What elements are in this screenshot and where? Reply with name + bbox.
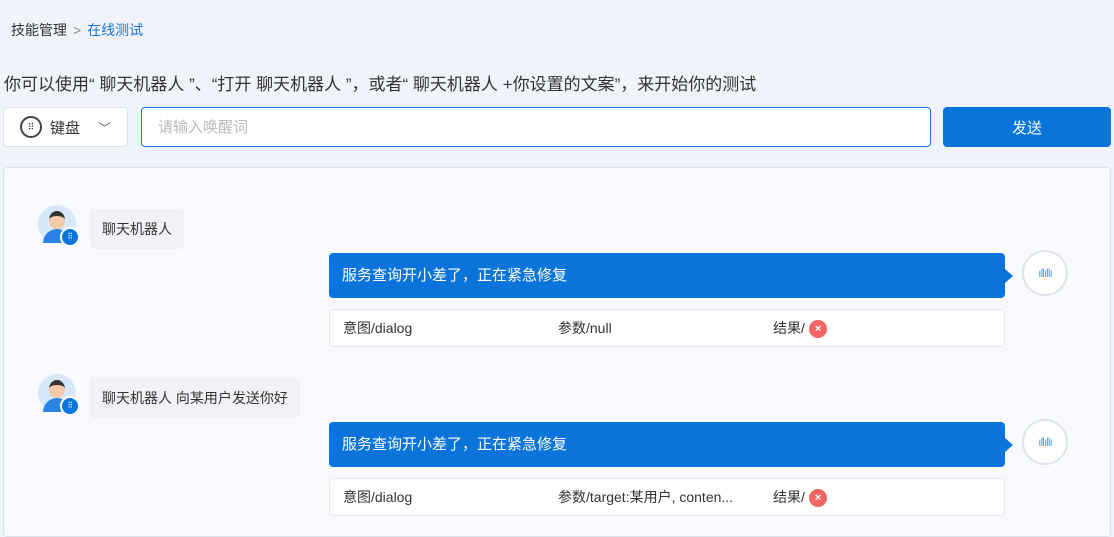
intent: 意图/dialog bbox=[343, 489, 413, 505]
user-message: ⠿ 聊天机器人 向某用户发送你好 bbox=[38, 374, 300, 418]
error-icon: × bbox=[808, 320, 827, 339]
bot-voice-avatar-icon: ıllıllı bbox=[1022, 250, 1068, 296]
user-message: ⠿ 聊天机器人 bbox=[38, 205, 184, 249]
user-avatar: ⠿ bbox=[38, 374, 80, 416]
breadcrumb: 技能管理 > 在线测试 bbox=[11, 20, 143, 40]
params: 参数/null bbox=[558, 320, 612, 336]
input-mode-select[interactable]: ⠿ 键盘 ﹀ bbox=[3, 107, 128, 147]
keyboard-icon: ⠿ bbox=[20, 116, 42, 138]
bot-reply: 服务查询开小差了，正在紧急修复 bbox=[329, 422, 1013, 467]
error-icon: × bbox=[808, 489, 827, 508]
breadcrumb-current: 在线测试 bbox=[87, 22, 144, 38]
input-mode-value: 键盘 bbox=[50, 119, 81, 137]
user-bubble: 聊天机器人 向某用户发送你好 bbox=[90, 378, 300, 418]
intent: 意图/dialog bbox=[343, 320, 413, 336]
bot-voice-avatar-icon: ıllıllı bbox=[1022, 419, 1068, 465]
chevron-down-icon: ﹀ bbox=[97, 121, 111, 136]
user-bubble: 聊天机器人 bbox=[90, 209, 184, 249]
usage-hint: 你可以使用“ 聊天机器人 ”、“打开 聊天机器人 ”，或者“ 聊天机器人 +你设… bbox=[4, 75, 757, 94]
params: 参数/target:某用户, conten... bbox=[558, 489, 734, 505]
result-row: 意图/dialog 参数/null 结果/× bbox=[329, 309, 1005, 347]
keyboard-icon: ⠿ bbox=[60, 396, 80, 416]
bot-reply: 服务查询开小差了，正在紧急修复 bbox=[329, 253, 1013, 298]
user-avatar: ⠿ bbox=[38, 205, 80, 247]
keyboard-icon: ⠿ bbox=[60, 227, 80, 247]
result: 结果/ bbox=[773, 489, 805, 505]
send-button[interactable]: 发送 bbox=[943, 107, 1111, 147]
result-row: 意图/dialog 参数/target:某用户, conten... 结果/× bbox=[329, 478, 1005, 516]
breadcrumb-parent[interactable]: 技能管理 bbox=[11, 20, 67, 40]
chevron-right-icon: > bbox=[73, 22, 82, 38]
result: 结果/ bbox=[773, 320, 805, 336]
wake-word-input[interactable] bbox=[141, 107, 931, 147]
